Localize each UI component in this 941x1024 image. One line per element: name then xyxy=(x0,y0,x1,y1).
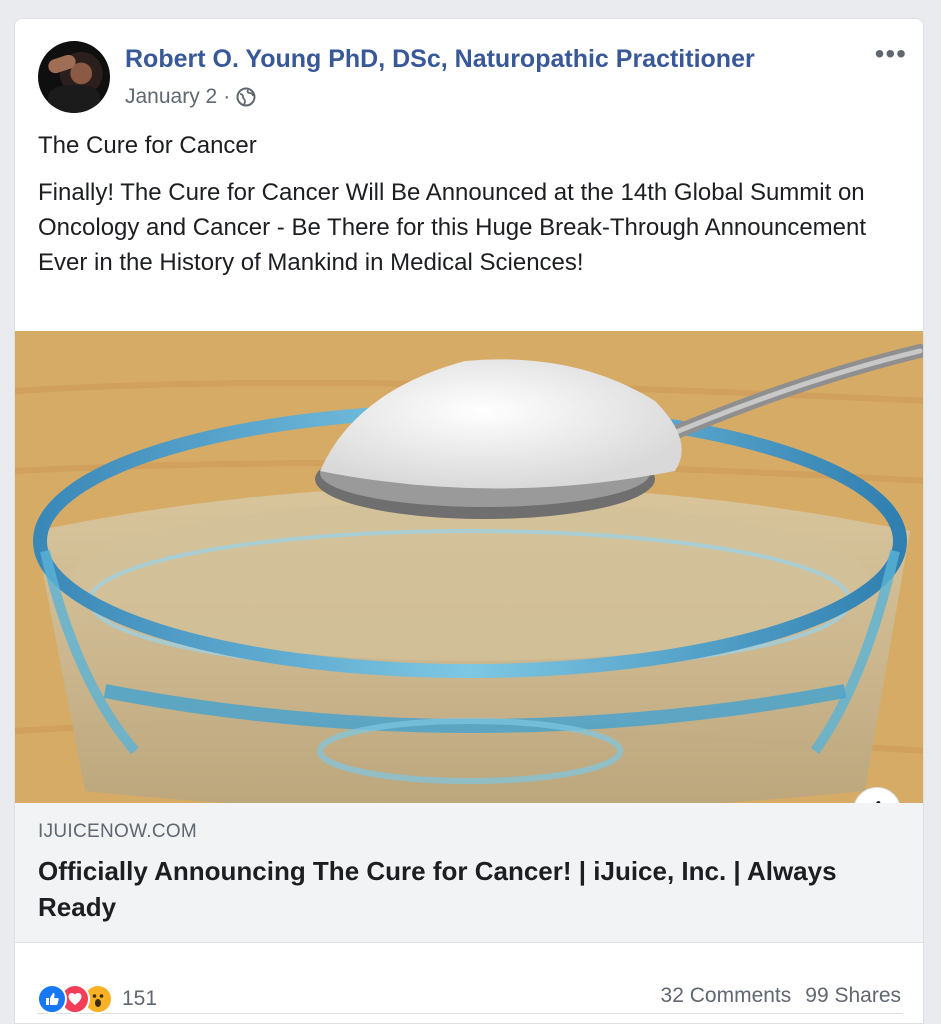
author-name[interactable]: Robert O. Young PhD, DSc, Naturopathic P… xyxy=(125,45,755,74)
reactions-summary[interactable]: 151 xyxy=(37,984,157,1014)
more-options-icon[interactable]: ••• xyxy=(875,40,907,68)
reaction-count: 151 xyxy=(122,987,158,1010)
post-title: The Cure for Cancer xyxy=(38,132,257,159)
globe-icon[interactable] xyxy=(236,87,256,107)
post-date[interactable]: January 2 xyxy=(125,85,217,109)
post-body: Finally! The Cure for Cancer Will Be Ann… xyxy=(38,179,867,276)
shares-link[interactable]: 99 Shares xyxy=(805,984,901,1008)
link-title[interactable]: Officially Announcing The Cure for Cance… xyxy=(38,853,858,925)
footer-divider xyxy=(37,1013,903,1014)
post-header: Robert O. Young PhD, DSc, Naturopathic P… xyxy=(15,19,923,119)
link-domain: IJUICENOW.COM xyxy=(38,821,198,842)
link-preview[interactable]: IJUICENOW.COM Officially Announcing The … xyxy=(15,803,923,943)
comments-link[interactable]: 32 Comments xyxy=(661,984,792,1008)
post-meta: January 2 · xyxy=(125,85,256,109)
post-footer: 151 32 Comments 99 Shares xyxy=(15,944,923,1014)
like-icon xyxy=(37,984,67,1014)
engagement-stats: 32 Comments 99 Shares xyxy=(661,984,901,1008)
post-card: Robert O. Young PhD, DSc, Naturopathic P… xyxy=(14,18,924,1024)
link-preview-image[interactable] xyxy=(15,331,923,803)
author-avatar[interactable] xyxy=(38,41,110,113)
meta-separator: · xyxy=(223,85,231,108)
